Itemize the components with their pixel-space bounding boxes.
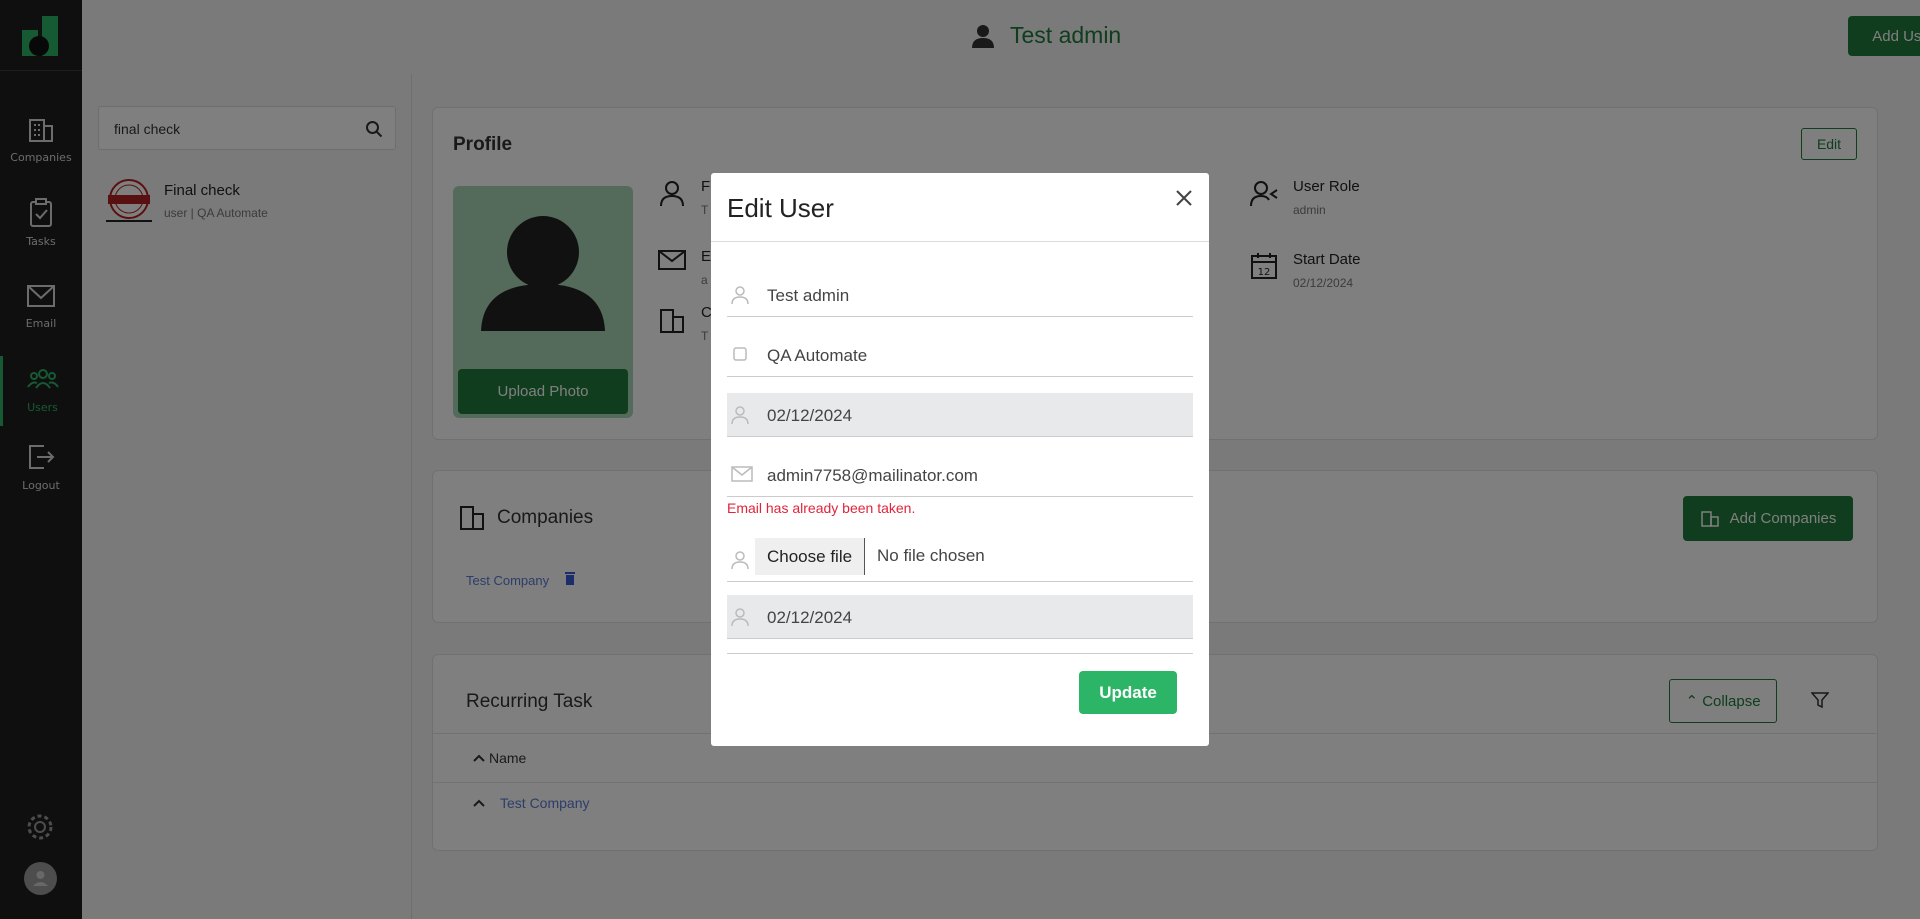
user-outline-icon xyxy=(731,608,749,627)
email-field-value: admin7758@mailinator.com xyxy=(767,466,978,485)
envelope-icon xyxy=(731,466,753,482)
email-error-message: Email has already been taken. xyxy=(727,500,916,516)
close-icon[interactable] xyxy=(1173,187,1195,209)
user-outline-icon xyxy=(731,286,749,305)
checkbox-icon xyxy=(733,347,747,361)
company-field-value: QA Automate xyxy=(767,346,868,365)
choose-file-button[interactable]: Choose file xyxy=(755,538,866,575)
modal-footer-divider xyxy=(727,653,1193,654)
user-outline-icon xyxy=(731,406,749,425)
update-button[interactable]: Update xyxy=(1079,671,1177,714)
date-field-value: 02/12/2024 xyxy=(767,608,853,627)
file-input[interactable]: Choose file No file chosen xyxy=(727,538,1193,582)
edit-user-modal: Edit User Test admin QA Automate 02/12/2… xyxy=(711,173,1209,746)
modal-divider xyxy=(711,241,1209,242)
modal-title: Edit User xyxy=(727,193,834,223)
email-field[interactable]: admin7758@mailinator.com xyxy=(727,453,1193,497)
name-field-value: Test admin xyxy=(767,286,850,305)
company-field[interactable]: QA Automate xyxy=(727,333,1193,377)
date-field-disabled-2: 02/12/2024 xyxy=(727,595,1193,639)
date-field-disabled: 02/12/2024 xyxy=(727,393,1193,437)
user-outline-icon xyxy=(731,551,749,570)
name-field[interactable]: Test admin xyxy=(727,273,1193,317)
file-status: No file chosen xyxy=(877,546,985,565)
date-field-value: 02/12/2024 xyxy=(767,406,853,425)
